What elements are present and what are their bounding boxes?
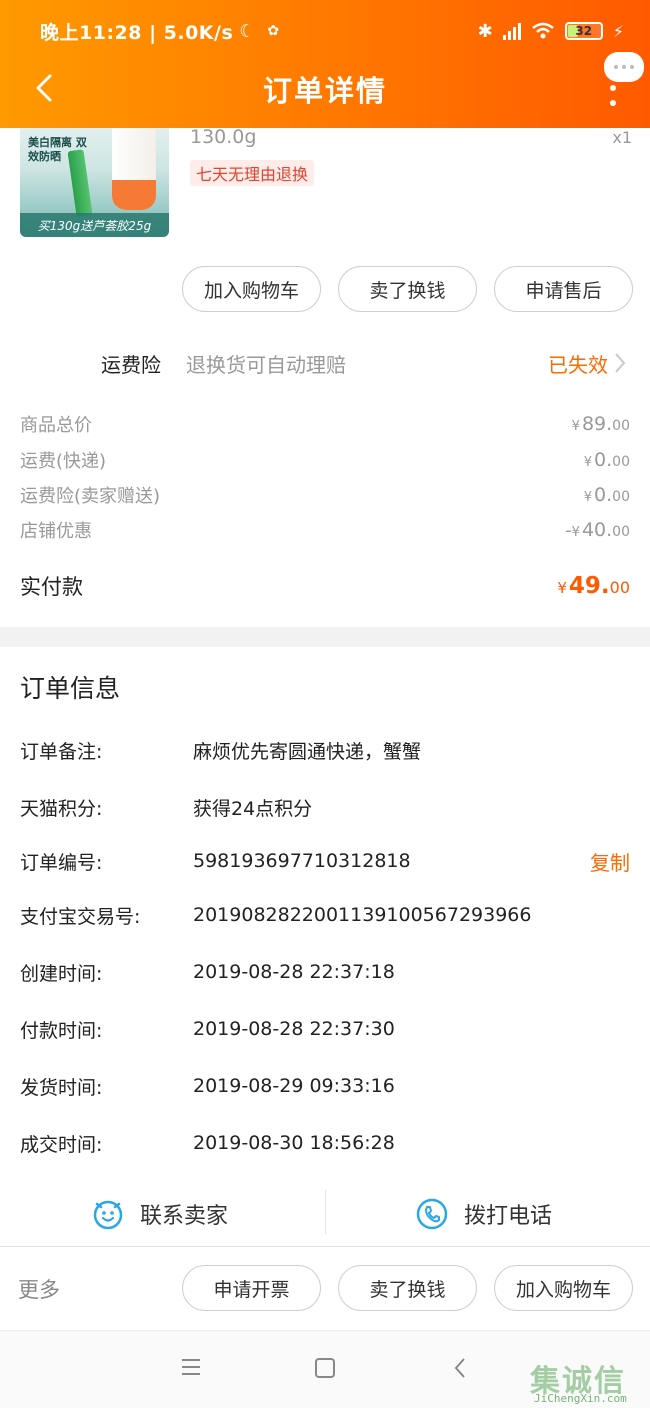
more-button[interactable]: 更多: [18, 1274, 60, 1304]
request-invoice-button[interactable]: 申请开票: [182, 1265, 321, 1311]
amount-paid-row: 实付款 ¥49. 00: [20, 568, 630, 604]
contact-seller-button[interactable]: 联系卖家: [92, 1188, 228, 1240]
info-key: 成交时间:: [20, 1133, 103, 1156]
shipping-insurance-status[interactable]: 已失效: [548, 349, 608, 378]
app-header: 晚上11:28 | 5.0K/s ☾ ✿ ✱ 32 ⚡ 订单详情: [0, 0, 650, 128]
battery-level: 32: [575, 24, 593, 38]
price-row-total: 商品总价 ¥89. 00: [20, 410, 630, 438]
smile-chat-icon: [93, 1200, 123, 1230]
amount-paid-label: 实付款: [20, 575, 83, 599]
info-value: 2019082822001139100567293966: [193, 904, 532, 926]
price-label: 运费(快递): [20, 451, 107, 472]
order-info-row: 天猫积分: 获得24点积分: [20, 792, 630, 822]
product-spec: 130.0g: [190, 126, 257, 148]
info-key: 付款时间:: [20, 1019, 103, 1042]
info-value: 2019-08-29 09:33:16: [193, 1075, 395, 1097]
watermark-url: JiChengXin.com: [534, 1392, 627, 1405]
moon-icon: ☾: [239, 20, 256, 42]
battery-icon: 32: [564, 22, 603, 40]
order-info-row: 发货时间: 2019-08-29 09:33:16: [20, 1071, 630, 1101]
call-phone-label: 拨打电话: [464, 1204, 553, 1229]
price-row-shipping: 运费(快递) ¥0. 00: [20, 446, 630, 474]
info-key: 创建时间:: [20, 962, 103, 985]
copy-button[interactable]: 复制: [590, 847, 630, 876]
info-value: 麻烦优先寄圆通快递，蟹蟹: [193, 740, 422, 763]
sell-for-cash-button[interactable]: 卖了换钱: [338, 266, 477, 312]
order-number: 598193697710312818: [193, 850, 411, 872]
bluetooth-icon: ✱: [477, 20, 493, 42]
contact-divider: [325, 1190, 326, 1234]
shipping-insurance-desc: 退换货可自动理赔: [186, 353, 346, 377]
charging-icon: ⚡: [612, 21, 624, 41]
bottom-bar-divider: [0, 1246, 650, 1247]
info-value: 2019-08-30 18:56:28: [193, 1132, 395, 1154]
add-to-cart-button[interactable]: 加入购物车: [182, 266, 321, 312]
price-value: ¥0. 00: [583, 484, 630, 506]
section-divider: [0, 627, 650, 647]
add-to-cart-button[interactable]: 加入购物车: [494, 1265, 633, 1311]
order-info-row: 付款时间: 2019-08-28 22:37:30: [20, 1014, 630, 1044]
order-info-row: 成交时间: 2019-08-30 18:56:28: [20, 1128, 630, 1158]
info-value: 2019-08-28 22:37:18: [193, 961, 395, 983]
price-label: 商品总价: [20, 415, 92, 436]
chevron-right-icon[interactable]: [614, 352, 626, 374]
info-value: 获得24点积分: [193, 797, 313, 820]
sell-for-cash-button[interactable]: 卖了换钱: [338, 1265, 477, 1311]
price-value: ¥89. 00: [571, 413, 630, 435]
status-time: 晚上11:28 | 5.0K/s: [40, 21, 234, 44]
order-info-row: 创建时间: 2019-08-28 22:37:18: [20, 957, 630, 987]
price-row-insurance: 运费险(卖家赠送) ¥0. 00: [20, 481, 630, 509]
order-info-row: 订单备注: 麻烦优先寄圆通快递，蟹蟹: [20, 735, 630, 765]
order-info-row: 支付宝交易号: 2019082822001139100567293966: [20, 900, 630, 930]
site-watermark: 集诚信 JiChengXin.com: [528, 1356, 646, 1408]
return-policy-tag: 七天无理由退换: [190, 160, 315, 186]
page-title: 订单详情: [262, 74, 387, 108]
price-value: - ¥40. 00: [565, 519, 630, 541]
price-label: 运费险(卖家赠送): [20, 486, 161, 507]
info-key: 订单编号:: [20, 851, 103, 874]
info-value: 2019-08-28 22:37:30: [193, 1018, 395, 1040]
back-arrow-icon[interactable]: [28, 70, 64, 106]
status-bar: 晚上11:28 | 5.0K/s ☾ ✿ ✱ 32 ⚡: [40, 14, 624, 48]
home-icon[interactable]: [314, 1357, 336, 1379]
back-icon[interactable]: [452, 1357, 468, 1379]
notification-icon: ✿: [267, 23, 280, 39]
phone-icon: [416, 1198, 448, 1230]
price-row-discount: 店铺优惠 - ¥40. 00: [20, 516, 630, 544]
product-quantity: x1: [612, 128, 632, 147]
shipping-insurance-label: 运费险: [101, 353, 161, 377]
contact-seller-label: 联系卖家: [140, 1204, 229, 1229]
order-info-row: 订单编号: 598193697710312818 复制: [20, 846, 630, 876]
product-image-caption: 买130g送芦荟胶25g: [20, 213, 169, 237]
product-image[interactable]: 美白隔离 双效防晒 买130g送芦荟胶25g: [20, 110, 169, 237]
info-key: 天猫积分:: [20, 797, 103, 820]
menu-icon[interactable]: [180, 1357, 202, 1377]
nav-bar: 订单详情: [0, 62, 650, 116]
chat-bubble-icon[interactable]: [604, 52, 644, 82]
info-key: 订单备注:: [20, 740, 103, 763]
signal-icon: [502, 22, 521, 40]
wifi-icon: [531, 22, 554, 39]
price-label: 店铺优惠: [20, 521, 92, 542]
info-key: 发货时间:: [20, 1076, 103, 1099]
price-value: ¥0. 00: [583, 449, 630, 471]
info-key: 支付宝交易号:: [20, 905, 141, 928]
order-info-title: 订单信息: [20, 674, 121, 703]
call-phone-button[interactable]: 拨打电话: [416, 1188, 552, 1240]
amount-paid-value: ¥49. 00: [557, 573, 630, 599]
after-sales-button[interactable]: 申请售后: [494, 266, 633, 312]
